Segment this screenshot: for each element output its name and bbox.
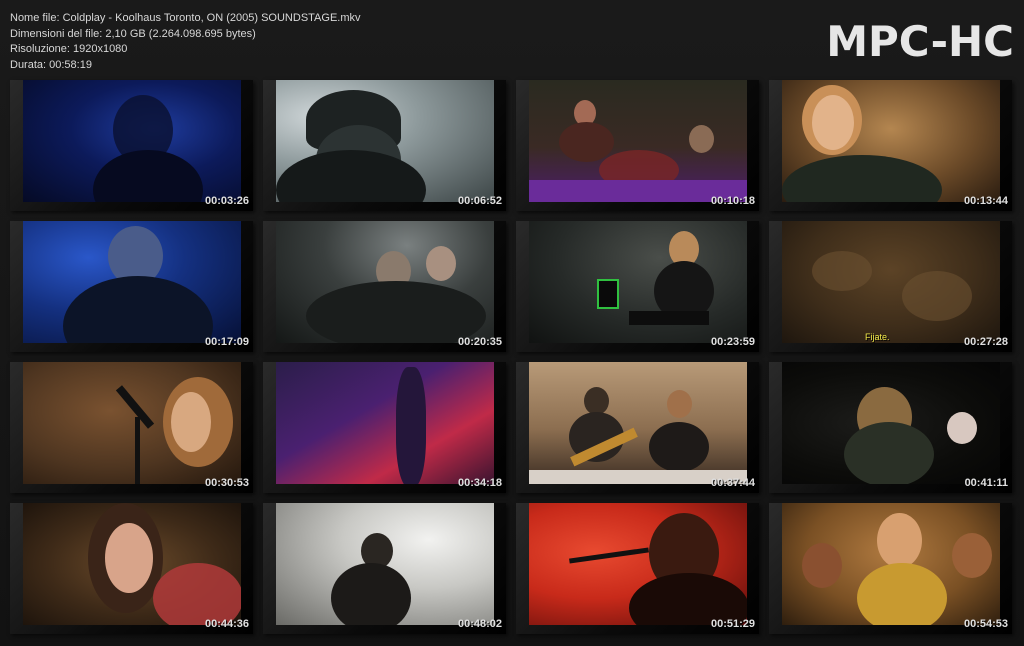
timestamp: 00:41:11 [964,477,1008,489]
file-duration: Durata: 00:58:19 [10,58,92,71]
thumbnail-4[interactable]: 00:13:44 [769,80,1012,211]
thumbnail-sheet: Nome file: Coldplay - Koolhaus Toronto, … [0,0,1024,646]
thumbnail-image [782,362,1000,484]
timestamp: 00:51:29 [710,618,755,630]
thumbnail-15[interactable]: 00:51:29 [516,503,759,634]
thumbnail-16[interactable]: 00:54:53 [769,503,1012,634]
thumbnail-13[interactable]: 00:44:36 [10,503,253,634]
thumbnail-image [276,221,494,343]
timestamp: 00:13:44 [963,195,1008,207]
thumbnail-8[interactable]: Fijate. 00:27:28 [769,221,1012,352]
timestamp: 00:54:53 [963,618,1008,630]
timestamp: 00:48:02 [457,618,502,630]
thumbnail-6[interactable]: 00:20:35 [263,221,506,352]
thumbnail-12[interactable]: 00:41:11 [769,362,1012,493]
thumbnail-2[interactable]: 00:06:52 [263,80,506,211]
thumbnail-image [23,80,241,202]
timestamp: 00:23:59 [710,336,755,348]
thumbnail-image [529,362,747,484]
timestamp: 00:17:09 [204,336,249,348]
timestamp: 00:27:28 [963,336,1008,348]
timestamp: 00:37:44 [710,477,755,489]
timestamp: 00:34:18 [457,477,502,489]
timestamp: 00:20:35 [457,336,502,348]
timestamp: 00:06:52 [457,195,502,207]
file-name: Nome file: Coldplay - Koolhaus Toronto, … [10,12,361,24]
thumbnail-7[interactable]: 00:23:59 [516,221,759,352]
thumbnail-3[interactable]: 00:10:18 [516,80,759,211]
thumbnail-5[interactable]: 00:17:09 [10,221,253,352]
thumbnail-11[interactable]: 00:37:44 [516,362,759,493]
file-size: Dimensioni del file: 2,10 GB (2.264.098.… [10,27,256,40]
timestamp: 00:44:36 [204,618,249,630]
brand-logo: MPC-HC [826,17,1014,66]
thumbnail-image [529,221,747,343]
thumbnail-1[interactable]: 00:03:26 [10,80,253,211]
thumbnail-grid: 00:03:26 00:06:52 00:10:18 00:13:44 00:1… [10,80,1014,640]
thumbnail-image [782,503,1000,625]
thumbnail-image [782,221,1000,343]
thumbnail-10[interactable]: 00:34:18 [263,362,506,493]
thumbnail-14[interactable]: 00:48:02 [263,503,506,634]
thumbnail-image [276,80,494,202]
subtitle-text: Fijate. [865,332,890,342]
file-info: Nome file: Coldplay - Koolhaus Toronto, … [10,11,361,73]
thumbnail-image [23,503,241,625]
thumbnail-image [782,80,1000,202]
thumbnail-image [23,221,241,343]
timestamp: 00:03:26 [204,195,249,207]
thumbnail-image [23,362,241,484]
thumbnail-image [529,80,747,202]
file-resolution: Risoluzione: 1920x1080 [10,43,128,55]
timestamp: 00:10:18 [710,195,755,207]
thumbnail-image [529,503,747,625]
thumbnail-image [276,503,494,625]
timestamp: 00:30:53 [204,477,249,489]
thumbnail-9[interactable]: 00:30:53 [10,362,253,493]
thumbnail-image [276,362,494,484]
